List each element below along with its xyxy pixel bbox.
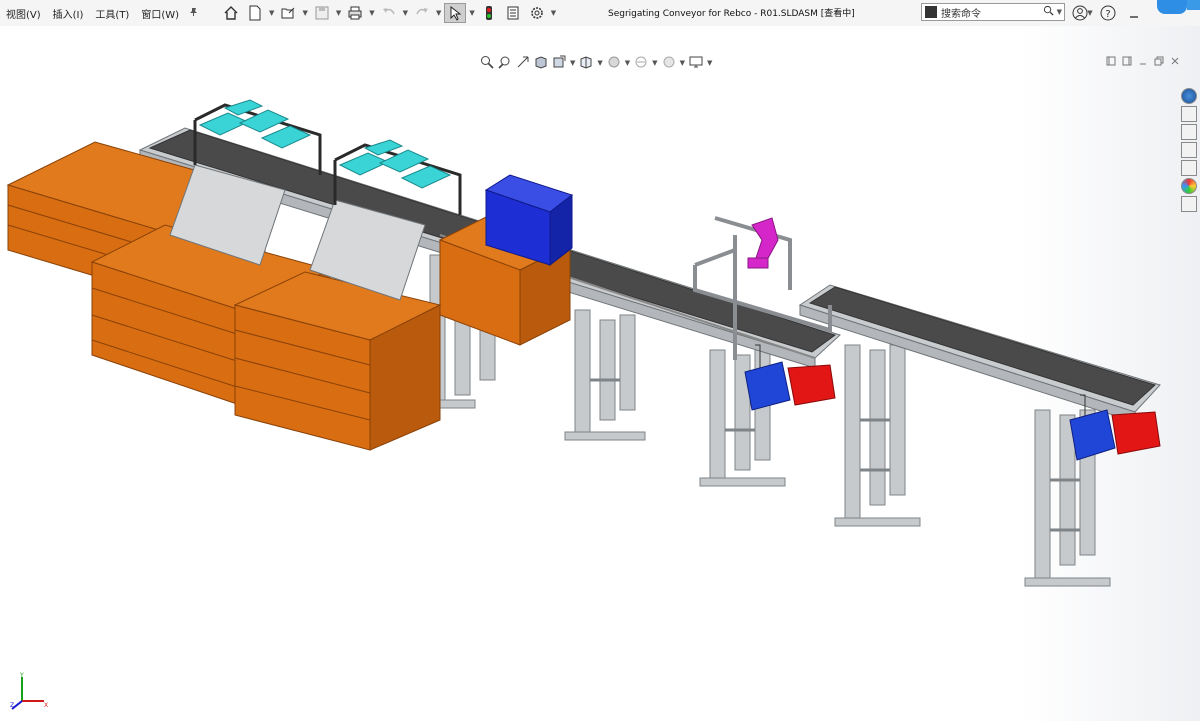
solidworks-resources-icon[interactable]	[1181, 88, 1197, 104]
restore-icon[interactable]	[1154, 56, 1164, 69]
display-style-icon[interactable]	[607, 54, 621, 73]
search-icon[interactable]	[1043, 5, 1054, 19]
chevron-down-icon[interactable]: ▼	[652, 59, 657, 67]
file-explorer-icon[interactable]	[1181, 142, 1197, 158]
view-palette-icon[interactable]	[1181, 160, 1197, 176]
pin-icon[interactable]	[185, 7, 203, 20]
redo-icon[interactable]	[411, 3, 433, 23]
view-orientation-icon[interactable]	[579, 54, 593, 73]
reference-triad: Y X Z	[10, 672, 48, 710]
hide-show-items-icon[interactable]	[634, 54, 648, 73]
main-toolbar: ▼ ▼ ▼ ▼ ▼ ▼ ▼ ▼	[219, 3, 558, 23]
view-settings-monitor-icon[interactable]	[689, 54, 703, 73]
chevron-down-icon[interactable]: ▼	[625, 59, 630, 67]
chevron-down-icon[interactable]: ▼	[707, 59, 712, 67]
search-commands[interactable]: 搜索命令 ▼	[921, 3, 1065, 21]
dynamic-annotation-icon[interactable]	[552, 54, 566, 73]
chevron-down-icon[interactable]: ▼	[369, 9, 374, 17]
menu-bar: 视图(V) 插入(I) 工具(T) 窗口(W)	[0, 6, 203, 21]
search-input[interactable]: 搜索命令	[941, 5, 1043, 20]
custom-properties-icon[interactable]	[1181, 196, 1197, 212]
appearance-icon[interactable]	[662, 54, 676, 73]
viewport-window-controls	[1106, 56, 1180, 69]
select-arrow-icon[interactable]	[444, 3, 467, 23]
triad-z-label: Z	[10, 702, 14, 709]
appearances-icon[interactable]	[1181, 178, 1197, 194]
task-pane-tabs	[1181, 88, 1199, 212]
chevron-down-icon[interactable]: ▼	[403, 9, 408, 17]
chevron-down-icon[interactable]: ▼	[570, 59, 575, 67]
zoom-to-fit-icon[interactable]	[480, 54, 494, 73]
crate-front	[233, 271, 442, 451]
section-view-icon[interactable]	[534, 54, 548, 73]
heads-up-view-toolbar: ▼ ▼ ▼ ▼ ▼ ▼	[478, 54, 714, 72]
tile-vertical-icon[interactable]	[1122, 56, 1132, 69]
menu-view[interactable]: 视图(V)	[0, 6, 47, 21]
chevron-down-icon[interactable]: ▼	[680, 59, 685, 67]
chevron-down-icon[interactable]: ▼	[597, 59, 602, 67]
previous-view-icon[interactable]	[516, 54, 530, 73]
cloud-badge-icon[interactable]	[1157, 0, 1187, 14]
triad-y-label: Y	[19, 672, 24, 679]
chevron-down-icon[interactable]: ▼	[436, 9, 441, 17]
print-icon[interactable]	[344, 3, 366, 23]
chevron-down-icon[interactable]: ▼	[302, 9, 307, 17]
triad-x-label: X	[44, 702, 48, 709]
document-title: Segrigating Conveyor for Rebco - R01.SLD…	[608, 9, 855, 19]
close-icon[interactable]	[1170, 56, 1180, 69]
minimize-icon[interactable]	[1138, 56, 1148, 69]
traffic-light-icon[interactable]	[478, 3, 500, 23]
home-icon[interactable]	[220, 3, 242, 23]
chevron-down-icon[interactable]: ▼	[336, 9, 341, 17]
help-icon[interactable]: ?	[1099, 4, 1117, 22]
title-bar: 视图(V) 插入(I) 工具(T) 窗口(W) ▼ ▼ ▼ ▼ ▼ ▼ ▼ ▼ …	[0, 0, 1200, 27]
minimize-app-icon[interactable]	[1125, 4, 1143, 22]
assembly-model	[0, 26, 1200, 721]
options-gear-icon[interactable]	[526, 3, 548, 23]
menu-window[interactable]: 窗口(W)	[135, 6, 185, 21]
svg-text:?: ?	[1105, 9, 1110, 20]
command-prompt-icon	[925, 6, 937, 18]
graphics-area[interactable]: ▼ ▼ ▼ ▼ ▼ ▼ Y X Z	[0, 26, 1200, 721]
chevron-down-icon[interactable]: ▼	[551, 9, 556, 17]
undo-icon[interactable]	[378, 3, 400, 23]
design-library-icon[interactable]	[1181, 124, 1197, 140]
chevron-down-icon[interactable]: ▼	[469, 9, 474, 17]
zoom-area-icon[interactable]	[498, 54, 512, 73]
notification-badge-icon[interactable]	[1187, 0, 1200, 10]
chevron-down-icon[interactable]: ▼	[1086, 4, 1094, 22]
chevron-down-icon[interactable]: ▼	[269, 9, 274, 17]
file-props-icon[interactable]	[502, 3, 524, 23]
open-icon[interactable]	[277, 3, 299, 23]
menu-tools[interactable]: 工具(T)	[89, 6, 135, 21]
chevron-down-icon[interactable]: ▼	[1057, 8, 1062, 16]
tile-horizontal-icon[interactable]	[1106, 56, 1116, 69]
home-icon[interactable]	[1181, 106, 1197, 122]
new-doc-icon[interactable]	[244, 3, 266, 23]
menu-insert[interactable]: 插入(I)	[47, 6, 90, 21]
save-icon[interactable]	[311, 3, 333, 23]
